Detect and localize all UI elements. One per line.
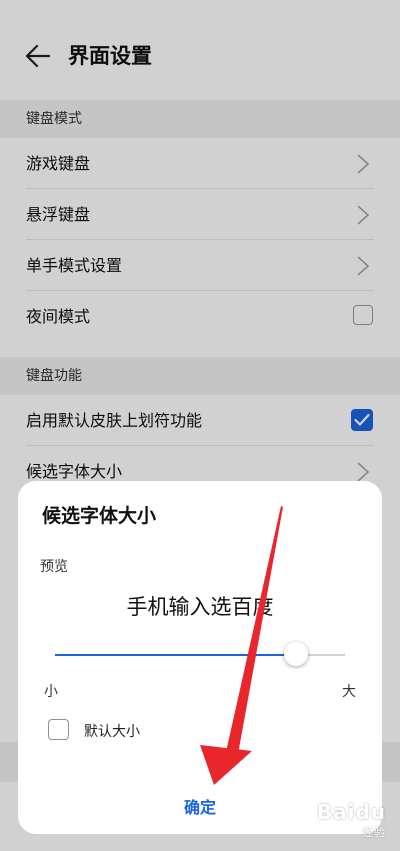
baidu-watermark: Baidu 经验 [317,800,386,840]
slider-fill [55,654,296,656]
watermark-text: Baidu [316,800,386,824]
slider-min-label: 小 [44,684,58,700]
watermark-sub: 经验 [362,826,386,839]
preview-text: 手机输入选百度 [126,595,274,619]
font-size-slider[interactable] [55,642,345,666]
preview-label: 预览 [40,559,68,575]
default-size-label: 默认大小 [84,724,140,740]
font-size-dialog: 候选字体大小 预览 手机输入选百度 小 大 默认大小 确定 [18,481,382,834]
slider-max-label: 大 [342,684,356,700]
slider-thumb[interactable] [283,642,308,666]
dialog-title: 候选字体大小 [42,505,157,527]
default-size-checkbox[interactable] [48,719,69,740]
